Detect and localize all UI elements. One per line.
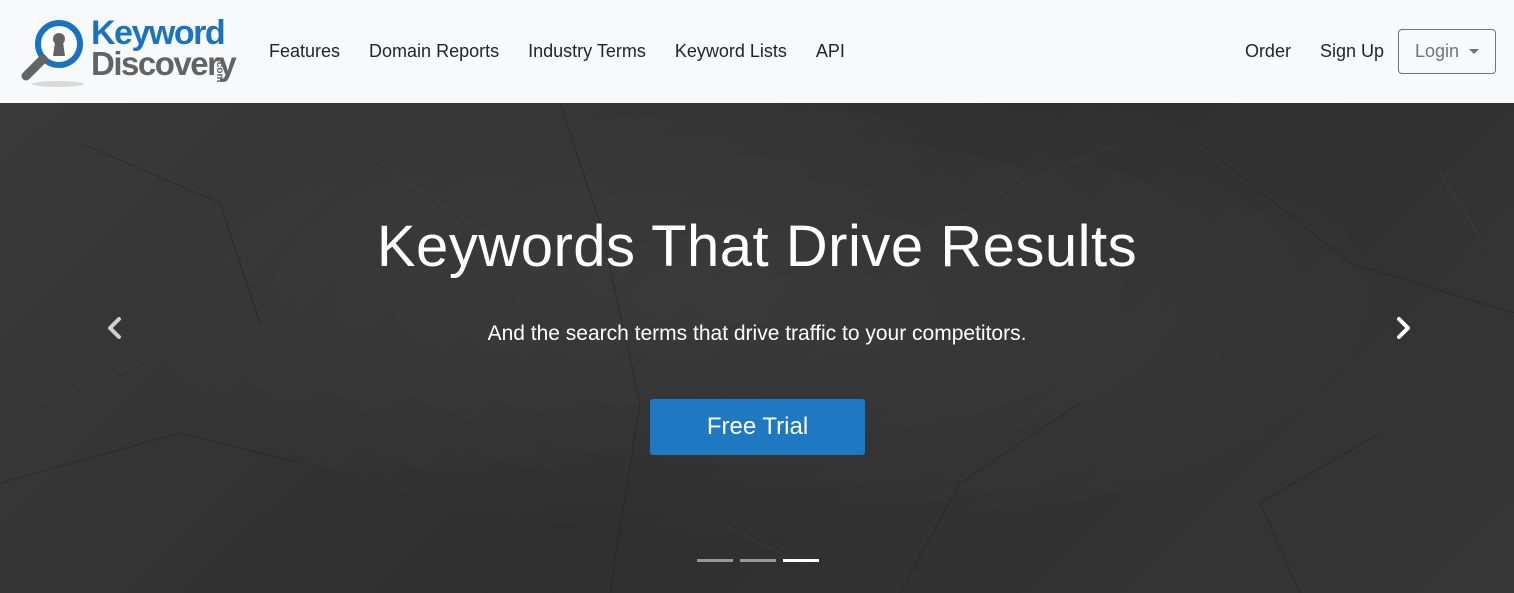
carousel-indicator-1[interactable]: [697, 559, 733, 562]
login-dropdown-button[interactable]: Login: [1398, 29, 1496, 74]
free-trial-button[interactable]: Free Trial: [650, 399, 865, 455]
carousel-indicator-2[interactable]: [740, 559, 776, 562]
magnifier-keyhole-icon: [21, 20, 84, 87]
hero-carousel: Keywords That Drive Results And the sear…: [0, 103, 1514, 593]
top-navbar: Keyword Discovery .com Features Domain R…: [0, 0, 1514, 103]
main-nav: Features Domain Reports Industry Terms K…: [269, 0, 874, 103]
brand-tld: .com: [214, 59, 225, 83]
nav-order[interactable]: Order: [1245, 41, 1291, 62]
carousel-indicators: [697, 559, 826, 562]
nav-industry-terms[interactable]: Industry Terms: [528, 41, 646, 62]
chevron-left-icon[interactable]: [100, 313, 130, 343]
hero-title: Keywords That Drive Results: [376, 214, 1138, 279]
nav-keyword-lists[interactable]: Keyword Lists: [675, 41, 787, 62]
nav-features[interactable]: Features: [269, 41, 340, 62]
hero-subtitle: And the search terms that drive traffic …: [487, 322, 1027, 345]
chevron-right-icon[interactable]: [1388, 313, 1418, 343]
nav-domain-reports[interactable]: Domain Reports: [369, 41, 499, 62]
concrete-texture-background: [0, 103, 1514, 593]
carousel-indicator-3[interactable]: [783, 559, 819, 562]
account-nav: Order Sign Up Login: [1245, 0, 1496, 103]
caret-down-icon: [1469, 49, 1480, 54]
nav-sign-up[interactable]: Sign Up: [1320, 41, 1384, 62]
brand-logo[interactable]: Keyword Discovery .com: [18, 14, 238, 89]
login-label: Login: [1414, 41, 1460, 61]
nav-api[interactable]: API: [816, 41, 845, 62]
